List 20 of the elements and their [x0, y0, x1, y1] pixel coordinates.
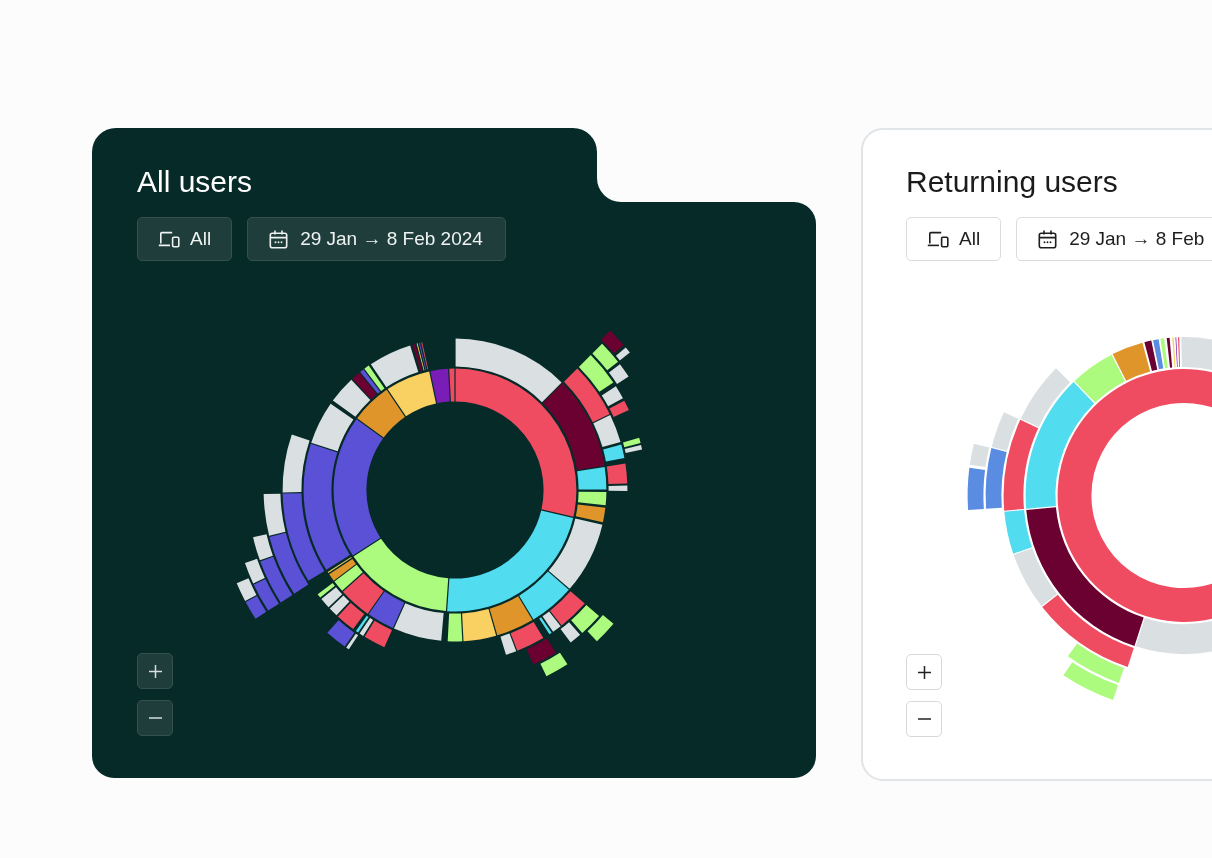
device-filter-button[interactable]: All [137, 217, 233, 261]
sunburst-segment [526, 638, 556, 665]
sunburst-segment [587, 614, 614, 642]
calendar-icon [269, 229, 289, 249]
minus-icon [148, 717, 162, 719]
zoom-in-button[interactable] [137, 653, 173, 689]
devices-icon [927, 230, 949, 248]
date-range-button[interactable]: 29 Jan → 8 Feb 2024 [247, 217, 506, 261]
minus-icon [917, 718, 931, 720]
calendar-icon [1038, 229, 1058, 249]
zoom-out-button[interactable] [137, 700, 173, 736]
date-range-button[interactable]: 29 Jan → 8 Feb [1016, 217, 1212, 261]
devices-icon [158, 230, 180, 248]
card-title: All users [137, 164, 253, 200]
card-title: Returning users [906, 164, 1118, 200]
sunburst-segment [236, 578, 257, 601]
plus-icon [148, 664, 162, 678]
device-filter-button[interactable]: All [906, 217, 1002, 261]
plus-icon [917, 665, 931, 679]
sunburst-segment [540, 652, 568, 677]
